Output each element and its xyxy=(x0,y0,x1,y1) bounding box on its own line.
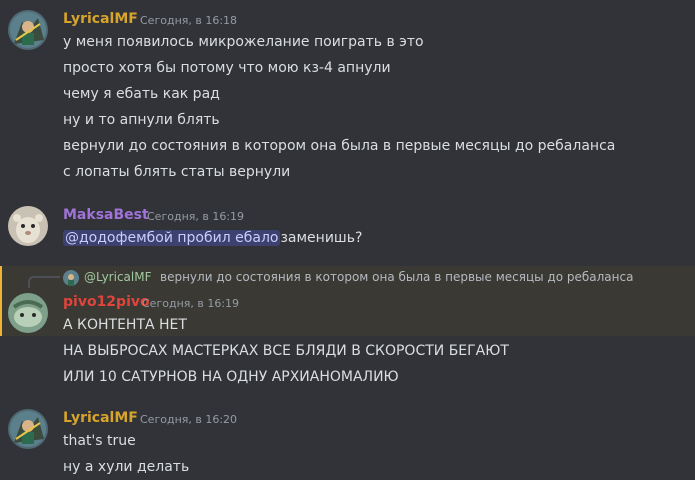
message-line: у меня появилось микрожелание поиграть в… xyxy=(63,34,424,50)
message-line: с лопаты блять статы вернули xyxy=(63,164,291,180)
username-maksabest[interactable]: MaksaBest xyxy=(63,207,149,223)
user-mention[interactable]: @додофембой пробил ебало xyxy=(63,230,281,246)
message-line: А КОНТЕНТА НЕТ xyxy=(63,317,187,333)
message-line: ИЛИ 10 САТУРНОВ НА ОДНУ АРХИАНОМАЛИЮ xyxy=(63,369,399,385)
reply-avatar-icon[interactable] xyxy=(63,270,79,286)
avatar-pivo12pivo-icon[interactable] xyxy=(8,293,48,333)
avatar-lyricalmf-icon[interactable] xyxy=(8,10,48,50)
timestamp: Сегодня, в 16:20 xyxy=(140,413,238,426)
message-text: заменишь? xyxy=(280,230,363,246)
message-line: вернули до состояния в котором она была … xyxy=(63,138,616,154)
username-lyricalmf[interactable]: LyricalMF xyxy=(63,410,138,426)
message-line: НА ВЫБРОСАХ МАСТЕРКАХ ВСЕ БЛЯДИ В СКОРОС… xyxy=(63,343,509,359)
username-lyricalmf[interactable]: LyricalMF xyxy=(63,11,138,27)
message-line: @додофембой пробил ебало заменишь? xyxy=(63,228,362,248)
message-line: ну а хули делать xyxy=(63,459,190,475)
timestamp: Сегодня, в 16:18 xyxy=(140,14,238,27)
message-line: чему я ебать как рад xyxy=(63,86,220,102)
timestamp: Сегодня, в 16:19 xyxy=(142,297,240,310)
message-line: that's true xyxy=(63,433,136,449)
reply-username[interactable]: @LyricalMF xyxy=(84,270,152,284)
avatar-maksabest-icon[interactable] xyxy=(8,206,48,246)
highlight-bar xyxy=(0,266,2,336)
message-line: просто хотя бы потому что мою кз-4 апнул… xyxy=(63,60,391,76)
message-line: ну и то апнули блять xyxy=(63,112,220,128)
reply-spine xyxy=(28,276,60,288)
username-pivo12pivo[interactable]: pivo12pivo xyxy=(63,294,150,310)
reply-preview[interactable]: вернули до состояния в котором она была … xyxy=(160,270,633,284)
timestamp: Сегодня, в 16:19 xyxy=(147,210,245,223)
avatar-lyricalmf-icon[interactable] xyxy=(8,409,48,449)
